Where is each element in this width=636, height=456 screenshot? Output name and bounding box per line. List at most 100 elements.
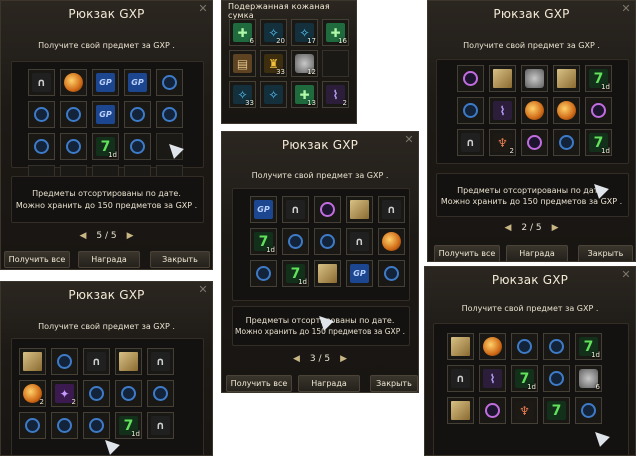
item-slot[interactable] [553,129,580,156]
reward-button[interactable]: Награда [298,375,360,392]
item-slot[interactable] [447,397,474,424]
item-slot[interactable]: 7 1d [282,260,309,287]
item-slot[interactable] [51,412,78,439]
prev-page-icon[interactable]: ◀ [293,354,300,364]
item-slot[interactable]: 7 1d [92,133,119,160]
item-slot[interactable] [479,333,506,360]
item-slot[interactable]: ✚ 6 [229,19,256,46]
item-slot[interactable] [378,260,405,287]
item-slot[interactable] [543,365,570,392]
item-slot[interactable]: 7 1d [115,412,142,439]
item-slot[interactable]: ✦ 2 [51,380,78,407]
item-slot[interactable] [282,228,309,255]
get-all-button[interactable]: Получить все [226,375,292,392]
item-slot[interactable] [60,69,87,96]
item-slot[interactable] [314,196,341,223]
item-slot[interactable]: 7 1d [511,365,538,392]
item-slot[interactable]: ∩ [346,228,373,255]
item-slot[interactable] [553,65,580,92]
item-slot[interactable]: ⌇ 2 [322,81,349,108]
item-slot[interactable] [346,196,373,223]
item-slot[interactable] [575,397,602,424]
item-slot[interactable]: ∩ [457,129,484,156]
item-slot[interactable] [124,133,151,160]
item-slot[interactable] [543,333,570,360]
item-slot[interactable] [147,380,174,407]
item-slot[interactable] [124,101,151,128]
close-icon[interactable]: ✕ [197,3,209,15]
item-slot[interactable]: ✧ [260,81,287,108]
item-slot[interactable]: ∩ [378,196,405,223]
item-slot[interactable]: ✧ 17 [291,19,318,46]
item-slot[interactable]: ♜ 33 [260,50,287,77]
item-slot[interactable] [457,65,484,92]
item-slot[interactable]: ∩ [28,69,55,96]
item-slot[interactable]: GP [250,196,277,223]
item-slot[interactable] [250,260,277,287]
item-slot[interactable] [553,97,580,124]
close-icon[interactable]: ✕ [620,269,632,281]
item-slot[interactable] [83,412,110,439]
item-slot[interactable]: ∩ [447,365,474,392]
item-slot[interactable]: GP [346,260,373,287]
item-slot[interactable]: 2 [19,380,46,407]
item-slot[interactable] [314,260,341,287]
item-slot[interactable] [521,129,548,156]
item-slot[interactable] [60,133,87,160]
prev-page-icon[interactable]: ◀ [504,223,511,233]
item-slot[interactable] [156,101,183,128]
item-slot[interactable]: ✧ 33 [229,81,256,108]
item-slot[interactable] [479,397,506,424]
item-slot[interactable] [489,65,516,92]
item-slot[interactable]: ✚ 16 [322,19,349,46]
item-slot[interactable]: 7 1d [250,228,277,255]
next-page-icon[interactable]: ▶ [340,354,347,364]
get-all-button[interactable]: Получить все [4,251,70,268]
item-slot[interactable]: ▤ [229,50,256,77]
item-slot[interactable] [447,333,474,360]
get-all-button[interactable]: Получить все [434,245,500,261]
item-slot[interactable]: 7 [543,397,570,424]
item-slot[interactable]: GP [92,101,119,128]
close-icon[interactable]: ✕ [620,3,632,15]
item-slot[interactable] [19,348,46,375]
reward-button[interactable]: Награда [506,245,568,261]
item-slot[interactable]: ⌇ [479,365,506,392]
close-icon[interactable]: ✕ [403,134,415,146]
item-slot[interactable]: GP [92,69,119,96]
item-slot[interactable]: 7 1d [585,129,612,156]
item-slot[interactable] [511,333,538,360]
item-slot[interactable]: ⌇ [489,97,516,124]
close-button[interactable]: Закрыть [150,251,210,268]
item-slot[interactable]: 6 [575,365,602,392]
item-slot[interactable] [457,97,484,124]
item-slot[interactable] [115,348,142,375]
item-slot[interactable] [83,380,110,407]
item-slot[interactable] [28,101,55,128]
item-slot[interactable] [314,228,341,255]
item-slot[interactable]: ∩ [147,412,174,439]
item-slot[interactable] [60,101,87,128]
empty-slot[interactable] [322,50,349,77]
item-slot[interactable]: ♆ 2 [489,129,516,156]
reward-button[interactable]: Награда [78,251,140,268]
item-slot[interactable]: 7 1d [575,333,602,360]
item-slot[interactable] [19,412,46,439]
item-slot[interactable]: ∩ [83,348,110,375]
item-slot[interactable]: ✧ 20 [260,19,287,46]
item-slot[interactable] [521,65,548,92]
next-page-icon[interactable]: ▶ [552,223,559,233]
item-slot[interactable] [115,380,142,407]
item-slot[interactable] [156,69,183,96]
item-slot[interactable]: ∩ [147,348,174,375]
item-slot[interactable] [521,97,548,124]
item-slot[interactable] [378,228,405,255]
item-slot[interactable] [28,133,55,160]
item-slot[interactable] [51,348,78,375]
item-slot[interactable]: GP [124,69,151,96]
next-page-icon[interactable]: ▶ [127,231,134,241]
item-slot[interactable]: ∩ [282,196,309,223]
item-slot[interactable]: 12 [291,50,318,77]
close-icon[interactable]: ✕ [197,284,209,296]
item-slot[interactable] [585,97,612,124]
